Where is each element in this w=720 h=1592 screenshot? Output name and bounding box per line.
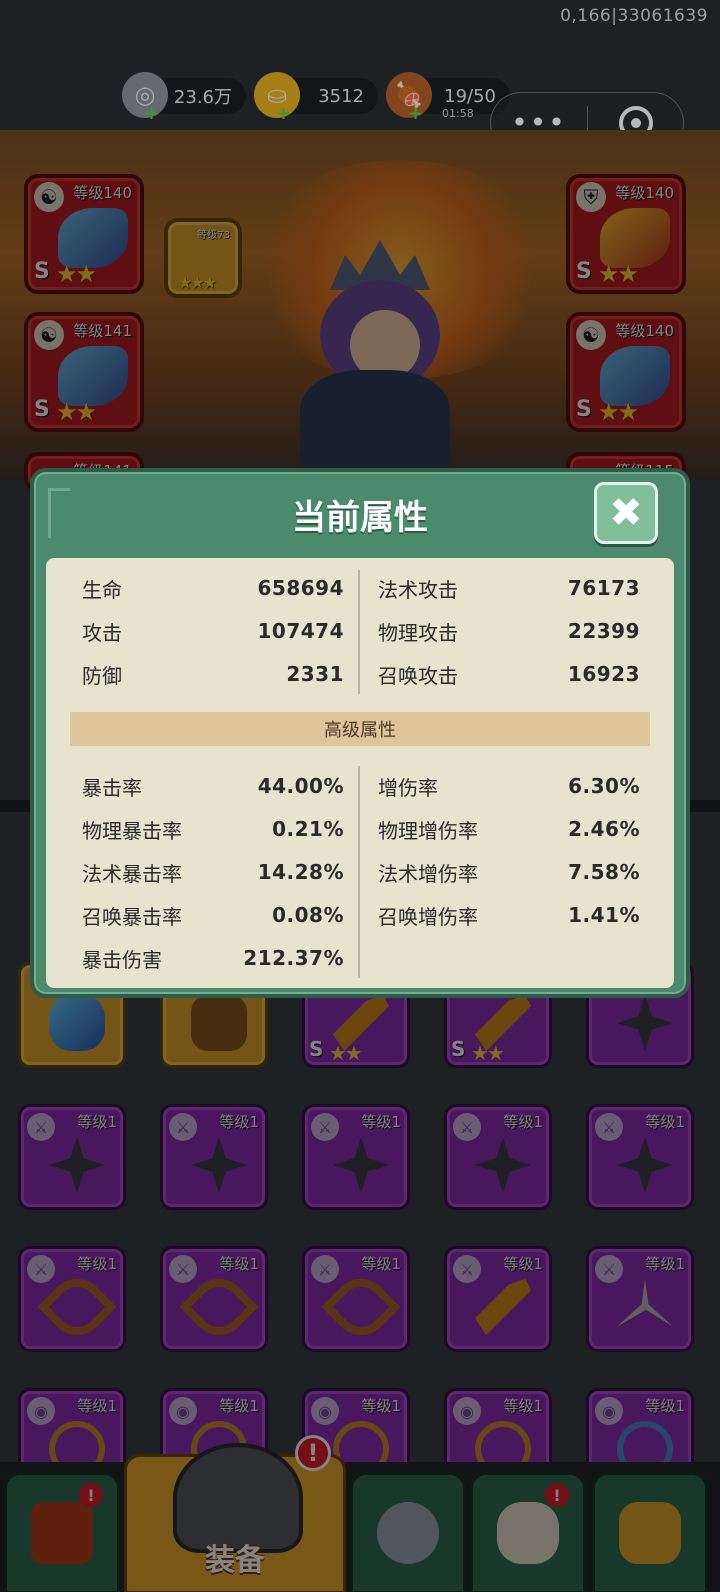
stat-row: 生命 658694 — [82, 576, 344, 602]
stat-row: 暴击伤害 212.37% — [82, 946, 344, 972]
advanced-attributes-header: 高级属性 — [70, 712, 650, 746]
stat-row: 暴击率 44.00% — [82, 774, 344, 800]
column-divider — [358, 766, 360, 978]
stat-row: 物理增伤率 2.46% — [378, 817, 640, 843]
stat-row: 召唤暴击率 0.08% — [82, 903, 344, 929]
stat-row: 法术增伤率 7.58% — [378, 860, 640, 886]
stat-row: 攻击 107474 — [82, 619, 344, 645]
game-screen: 0,166|33061639 ◎ 23.6万 + ⛀ 3512 + 🍖 19/5… — [0, 0, 720, 1592]
stat-row: 物理暴击率 0.21% — [82, 817, 344, 843]
close-button[interactable]: ✖ — [594, 482, 658, 544]
attributes-panel: 生命 658694 攻击 107474 防御 2331 法术攻击 76173 物理攻击 2… — [46, 558, 674, 988]
stat-row: 防御 2331 — [82, 662, 344, 688]
column-divider — [358, 570, 360, 694]
stat-row: 物理攻击 22399 — [378, 619, 640, 645]
stat-row: 法术攻击 76173 — [378, 576, 640, 602]
stat-row: 召唤攻击 16923 — [378, 662, 640, 688]
stat-row: 召唤增伤率 1.41% — [378, 903, 640, 929]
stat-row: 增伤率 6.30% — [378, 774, 640, 800]
attributes-dialog: 当前属性 ✖ 生命 658694 攻击 107474 防御 2331 法术攻击 7617… — [30, 468, 690, 998]
stat-row: 法术暴击率 14.28% — [82, 860, 344, 886]
dialog-title: 当前属性 — [292, 498, 428, 538]
